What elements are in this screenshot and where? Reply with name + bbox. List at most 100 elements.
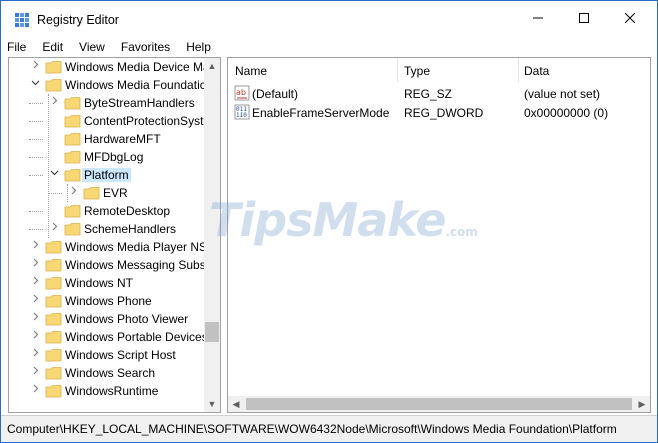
tipsmake-watermark: TipsMake.com [209,193,478,247]
tree-item[interactable]: Windows Media Foundatic [9,76,205,94]
chevron-right-icon[interactable] [67,186,79,200]
tree-item[interactable]: ByteStreamHandlers [9,94,205,112]
folder-icon [45,240,62,254]
tree-item-label: SchemeHandlers [84,222,177,236]
chevron-down-icon[interactable] [48,168,60,182]
column-divider[interactable] [518,58,519,82]
value-row[interactable]: ab (Default) REG_SZ (value not set) [228,84,650,103]
tree-item[interactable]: Windows Search [9,364,205,382]
close-button[interactable] [607,1,653,35]
tree-item-label: Windows Media Foundatic [65,78,205,92]
chevron-right-icon[interactable] [29,330,41,344]
tree-guide-line [29,139,43,140]
menu-bar: File Edit View Favorites Help [1,37,657,57]
scroll-left-arrow-icon[interactable]: ◀ [228,396,244,412]
status-bar: Computer\HKEY_LOCAL_MACHINE\SOFTWARE\WOW… [1,415,657,442]
value-row[interactable]: 011 110 EnableFrameServerMode REG_DWORD … [228,103,650,122]
tree-item-label: Windows Media Device Ma [65,60,205,74]
registry-tree-pane[interactable]: Windows Media Device Ma Windows Media Fou… [8,57,221,413]
tree-item[interactable]: SchemeHandlers [9,220,205,238]
tree-item-label: Windows Script Host [65,348,176,362]
menu-file[interactable]: File [1,37,34,57]
chevron-right-icon[interactable] [29,240,41,254]
tree-item[interactable]: Windows NT [9,274,205,292]
chevron-right-icon[interactable] [29,312,41,326]
column-header-data[interactable]: Data [524,64,549,78]
scroll-down-arrow-icon[interactable]: ▼ [204,396,220,412]
scroll-up-arrow-icon[interactable]: ▲ [204,58,220,74]
tree-item[interactable]: Windows Messaging Subsy [9,256,205,274]
tree-item[interactable]: Windows Media Player NSS [9,238,205,256]
maximize-button[interactable] [561,1,607,35]
tree-guide-line [29,157,43,158]
folder-icon [64,222,81,236]
tree-item[interactable]: Windows Script Host [9,346,205,364]
folder-icon [64,132,81,146]
column-header-name[interactable]: Name [235,64,267,78]
tree-item-label: ByteStreamHandlers [84,96,195,110]
tree-guide-line [29,175,43,176]
tree-item-label: MFDbgLog [84,150,144,164]
tree-item-label: Windows Search [65,366,156,380]
chevron-right-icon[interactable] [29,348,41,362]
tree-item[interactable]: RemoteDesktop [9,202,205,220]
folder-icon [45,330,62,344]
value-name: EnableFrameServerMode [252,106,390,120]
title-bar[interactable]: Registry Editor [1,1,657,35]
column-divider[interactable] [397,58,398,82]
chevron-right-icon[interactable] [29,294,41,308]
tree-item-label: Windows Media Player NSS [65,240,205,254]
tree-item-label: Windows Portable Devices [65,330,205,344]
folder-icon [45,384,62,398]
minimize-icon [533,17,543,19]
chevron-right-icon[interactable] [29,276,41,290]
chevron-down-icon[interactable] [29,78,41,92]
tree-item[interactable]: WindowsRuntime [9,382,205,400]
tree-item[interactable]: ContentProtectionSyste [9,112,205,130]
folder-icon [45,276,62,290]
column-header-type[interactable]: Type [404,64,430,78]
folder-icon [64,96,81,110]
tree-item[interactable]: Platform [9,166,205,184]
chevron-right-icon[interactable] [29,258,41,272]
folder-icon [45,312,62,326]
tree-item-label: Windows NT [65,276,134,290]
binary-value-icon: 011 110 [234,104,250,120]
window-title: Registry Editor [37,13,119,27]
menu-favorites[interactable]: Favorites [113,37,178,57]
value-name: (Default) [252,87,299,101]
menu-view[interactable]: View [71,37,113,57]
tree-item[interactable]: MFDbgLog [9,148,205,166]
watermark-suffix: .com [445,225,478,239]
tree-item[interactable]: EVR [9,184,205,202]
values-scroll-thumb[interactable] [246,398,632,410]
tree-item-label: ContentProtectionSyste [84,114,205,128]
tree-guide-line [29,121,43,122]
string-value-icon: ab [234,85,250,101]
tree-item[interactable]: HardwareMFT [9,130,205,148]
menu-edit[interactable]: Edit [34,37,71,57]
close-icon [625,13,635,23]
values-horizontal-scrollbar[interactable]: ◀ ▶ [228,396,650,412]
tree-item[interactable]: Windows Media Device Ma [9,58,205,76]
menu-help[interactable]: Help [178,37,219,57]
tree-item-label: Windows Photo Viewer [65,312,189,326]
chevron-right-icon[interactable] [29,384,41,398]
chevron-right-icon[interactable] [29,60,41,74]
chevron-right-icon[interactable] [48,96,60,110]
tree-guide-line [29,229,43,230]
minimize-button[interactable] [515,1,561,35]
tree-item[interactable]: Windows Photo Viewer [9,310,205,328]
folder-icon [45,366,62,380]
values-header: Name Type Data [228,58,650,82]
chevron-right-icon[interactable] [29,366,41,380]
tree-item[interactable]: Windows Phone [9,292,205,310]
chevron-right-icon[interactable] [48,222,60,236]
folder-icon [64,168,81,182]
svg-text:ab: ab [236,88,246,97]
tree-item[interactable]: Windows Portable Devices [9,328,205,346]
folder-icon [83,186,100,200]
scroll-right-arrow-icon[interactable]: ▶ [634,396,650,412]
tree-scroll-thumb[interactable] [205,322,219,342]
folder-icon [45,78,62,92]
